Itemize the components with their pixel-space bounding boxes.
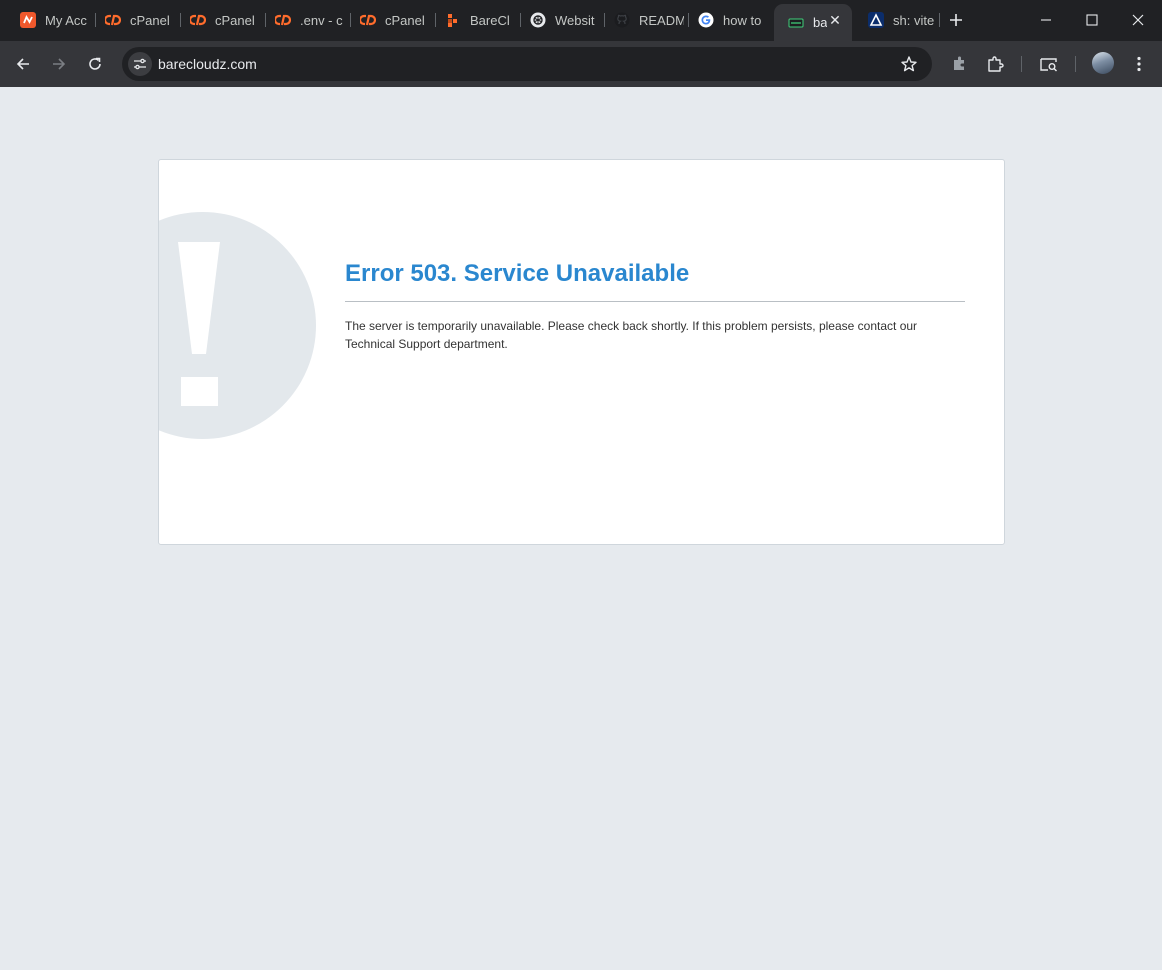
new-tab-button[interactable] bbox=[944, 8, 968, 32]
cpanel-icon bbox=[275, 12, 291, 28]
cpanel-icon bbox=[105, 12, 121, 28]
cpanel-icon bbox=[360, 12, 376, 28]
close-tab-icon[interactable]: ✕ bbox=[826, 11, 844, 29]
server-icon bbox=[788, 15, 804, 31]
error-message: The server is temporarily unavailable. P… bbox=[345, 319, 918, 351]
tab-active-barecloudz[interactable]: ba ✕ bbox=[774, 4, 852, 41]
minimize-icon bbox=[1041, 19, 1051, 21]
profile-avatar[interactable] bbox=[1092, 52, 1114, 74]
tab-title: cPanel bbox=[130, 12, 170, 28]
site-info-button[interactable] bbox=[128, 52, 152, 76]
tune-icon bbox=[134, 58, 146, 70]
back-button[interactable] bbox=[9, 50, 37, 78]
arrow-left-icon bbox=[16, 58, 29, 70]
tab-search-icon bbox=[1040, 58, 1057, 72]
tab-separator bbox=[939, 13, 940, 27]
toolbar-divider bbox=[1075, 56, 1076, 72]
maximize-icon bbox=[1086, 14, 1098, 26]
extension-puzzle-button[interactable] bbox=[947, 52, 971, 76]
tab-title: Websit bbox=[555, 12, 595, 28]
arrow-right-icon bbox=[53, 58, 66, 70]
url-text[interactable]: barecloudz.com bbox=[158, 56, 257, 72]
toolbar-divider bbox=[1021, 56, 1022, 72]
openai-icon bbox=[530, 12, 546, 28]
address-bar[interactable]: barecloudz.com bbox=[122, 47, 932, 81]
exclamation-icon bbox=[159, 212, 316, 439]
tab-barecloud[interactable]: BareCl bbox=[431, 5, 515, 35]
tab-title: .env - c bbox=[300, 12, 343, 28]
divider bbox=[345, 301, 965, 302]
tab-cpanel-1[interactable]: cPanel bbox=[91, 5, 175, 35]
tab-title: READM bbox=[639, 12, 684, 28]
tab-strip: My Acc cPanel cPanel .env - c cPanel Bar… bbox=[0, 0, 1162, 41]
github-icon bbox=[614, 12, 630, 28]
error-card: Error 503. Service Unavailable The serve… bbox=[158, 159, 1005, 545]
browser-toolbar: barecloudz.com bbox=[0, 41, 1162, 87]
barecloud-icon bbox=[445, 12, 461, 28]
bookmark-star-icon[interactable] bbox=[900, 55, 918, 73]
menu-button[interactable] bbox=[1127, 52, 1151, 76]
error-title: Error 503. Service Unavailable bbox=[345, 260, 690, 287]
reload-icon bbox=[89, 57, 101, 70]
tab-title: BareCl bbox=[470, 12, 510, 28]
brand-n-icon bbox=[20, 12, 36, 28]
forward-button[interactable] bbox=[45, 50, 73, 78]
kebab-menu-icon bbox=[1137, 56, 1141, 72]
tab-website[interactable]: Websit bbox=[516, 5, 600, 35]
extension-icon bbox=[954, 56, 964, 70]
tab-my-account[interactable]: My Acc bbox=[6, 5, 90, 35]
tab-search-button[interactable] bbox=[1037, 52, 1061, 76]
reload-button[interactable] bbox=[81, 50, 109, 78]
tab-readme[interactable]: READM bbox=[600, 5, 684, 35]
close-icon bbox=[1132, 14, 1144, 26]
tab-google-search[interactable]: how to bbox=[684, 5, 770, 35]
tab-title: how to bbox=[723, 12, 762, 28]
plus-icon bbox=[950, 14, 962, 26]
tab-title: cPanel bbox=[215, 12, 255, 28]
tab-env[interactable]: .env - c bbox=[261, 5, 345, 35]
puzzle-icon bbox=[988, 56, 1004, 72]
close-window-button[interactable] bbox=[1115, 5, 1161, 35]
tab-title: cPanel bbox=[385, 12, 425, 28]
extensions-button[interactable] bbox=[983, 52, 1007, 76]
minimize-button[interactable] bbox=[1023, 5, 1069, 35]
page-viewport: Error 503. Service Unavailable The serve… bbox=[0, 87, 1162, 970]
triangle-logo-icon bbox=[868, 12, 884, 28]
tab-title: My Acc bbox=[45, 12, 87, 28]
cpanel-icon bbox=[190, 12, 206, 28]
tab-title: sh: vite bbox=[893, 12, 935, 28]
tab-cpanel-3[interactable]: cPanel bbox=[346, 5, 430, 35]
maximize-button[interactable] bbox=[1069, 5, 1115, 35]
tab-cpanel-2[interactable]: cPanel bbox=[176, 5, 260, 35]
tab-vite[interactable]: sh: vite bbox=[854, 5, 938, 35]
google-icon bbox=[698, 12, 714, 28]
